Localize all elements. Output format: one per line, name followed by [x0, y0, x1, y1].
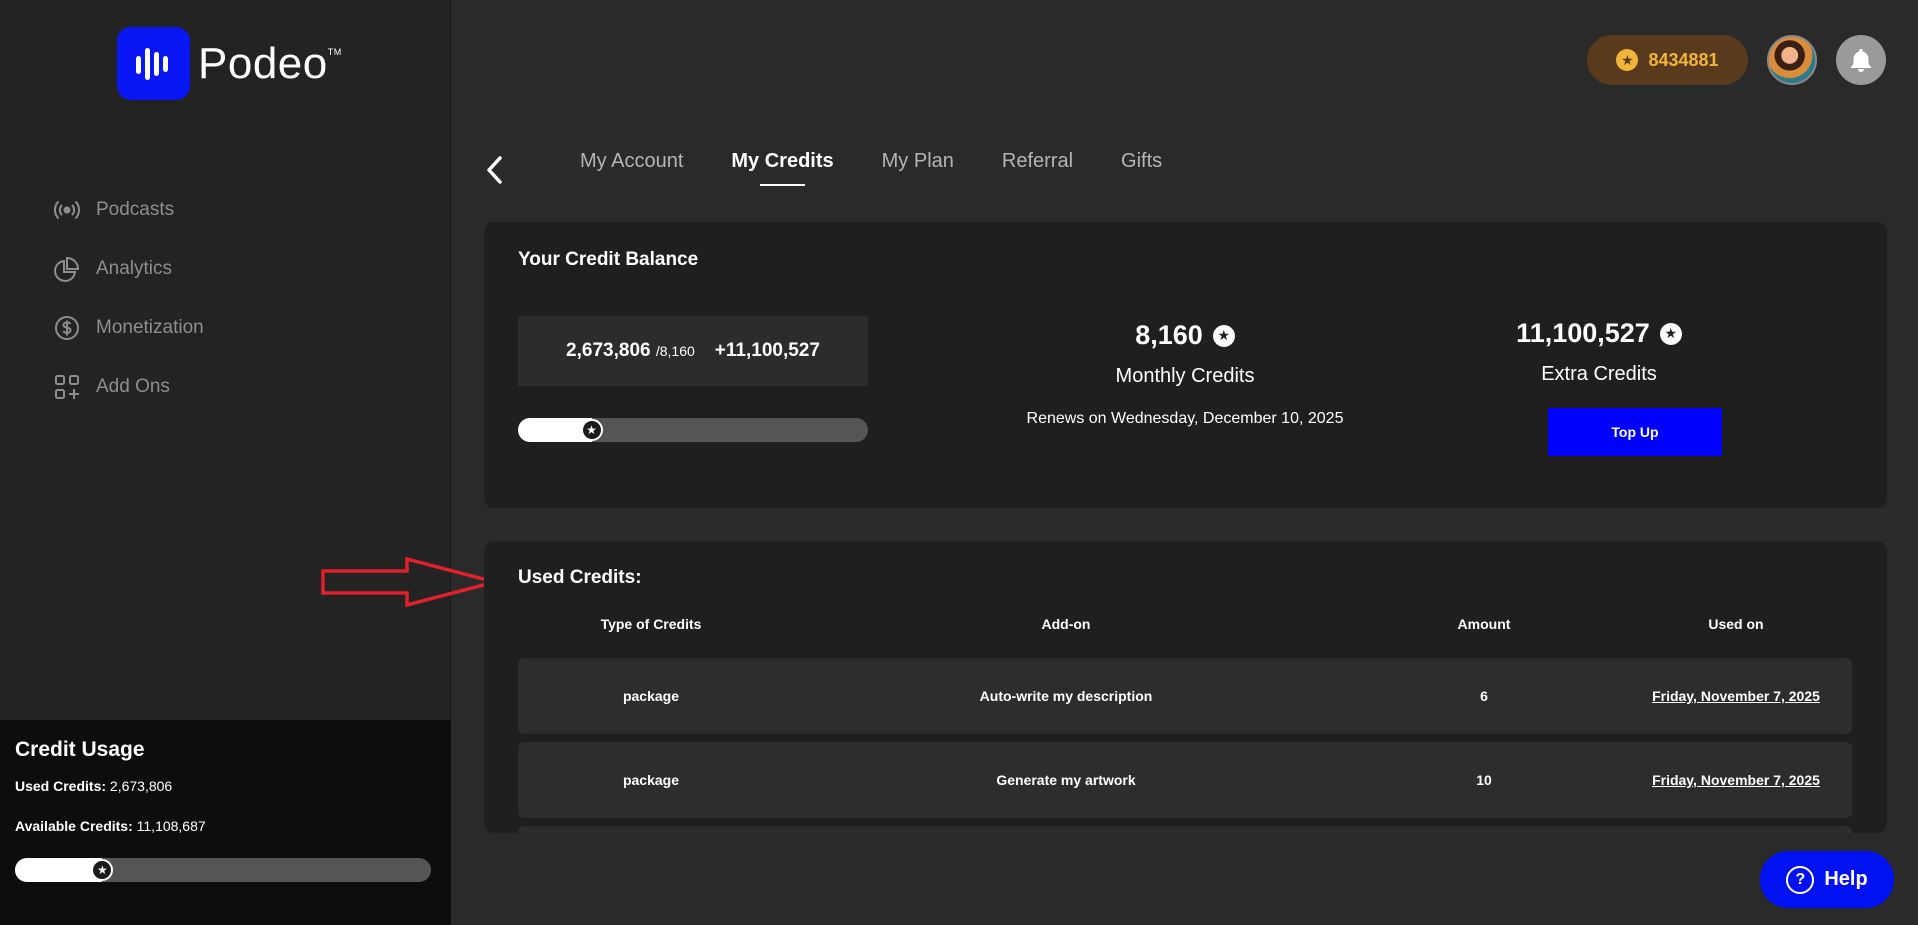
red-arrow-annotation — [321, 556, 499, 608]
balance-used-group: 2,673,806 /8,160 — [566, 340, 695, 362]
cell-addon: Generate my artwork — [996, 772, 1136, 788]
monthly-credits-value: 8,160 — [1135, 320, 1203, 350]
cell-type: package — [622, 772, 680, 788]
extra-credits-value: 11,100,527 — [1516, 318, 1650, 348]
column-header: Used on — [1708, 616, 1764, 632]
table-row-partial — [518, 826, 1852, 833]
help-label: Help — [1824, 868, 1868, 890]
column-header: Amount — [1457, 616, 1511, 632]
tab-referral[interactable]: Referral — [1002, 150, 1073, 183]
available-credits-label: Available Credits: — [15, 818, 133, 834]
sidebar-item-podcasts[interactable]: Podcasts — [53, 180, 204, 239]
help-button[interactable]: ? Help — [1760, 851, 1894, 908]
extra-credits-stat: 11,100,527 ★ Extra Credits — [1514, 318, 1684, 386]
podeo-logo[interactable]: PodeoTM — [117, 27, 342, 100]
extra-credits-number: 11,100,527 ★ — [1514, 318, 1684, 349]
coin-star-icon: ★ — [1616, 49, 1639, 71]
brand-name: PodeoTM — [198, 38, 342, 88]
table-row: package Generate my artwork 10 Friday, N… — [518, 742, 1852, 818]
cell-type: package — [622, 688, 680, 704]
monthly-credits-label: Monthly Credits — [1115, 365, 1255, 387]
available-credits-row: Available Credits: 11,108,687 — [15, 818, 436, 834]
coin-balance-badge[interactable]: ★ 8434881 — [1587, 35, 1748, 85]
analytics-icon — [54, 256, 80, 282]
tab-my-plan[interactable]: My Plan — [882, 150, 954, 183]
extra-credits-label: Extra Credits — [1541, 363, 1657, 385]
column-header: Type of Credits — [600, 616, 702, 632]
credit-usage-progress-bar: ★ — [15, 858, 431, 882]
back-chevron-icon[interactable] — [482, 154, 506, 186]
renewal-date: Renews on Wednesday, December 10, 2025 — [1026, 410, 1344, 427]
star-icon: ★ — [580, 419, 603, 441]
cell-used-on-link[interactable]: Friday, November 7, 2025 — [1620, 772, 1852, 788]
tab-gifts[interactable]: Gifts — [1121, 150, 1162, 183]
question-icon: ? — [1786, 865, 1815, 894]
table-row: package Auto-write my description 6 Frid… — [518, 658, 1852, 734]
balance-monthly-total: /8,160 — [655, 343, 695, 359]
credit-balance-card: Your Credit Balance 2,673,806 /8,160 +11… — [484, 222, 1887, 508]
dollar-icon — [55, 315, 79, 340]
sidebar-item-label: Podcasts — [96, 198, 175, 220]
sidebar-nav: Podcasts Analytics Monetization Add Ons — [53, 180, 204, 416]
column-header: Add-on — [1041, 616, 1091, 632]
cell-amount: 10 — [1476, 772, 1492, 788]
progress-fill — [15, 858, 103, 882]
sidebar-item-label: Analytics — [96, 257, 173, 279]
notification-bell-icon[interactable] — [1836, 35, 1886, 85]
used-credits-card: Used Credits: Type of Credits Add-on Amo… — [484, 541, 1887, 833]
coin-balance-value: 8434881 — [1648, 49, 1719, 70]
monthly-credits-stat: 8,160 ★ Monthly Credits Renews on Wednesd… — [970, 320, 1400, 428]
used-credits-title: Used Credits: — [518, 567, 642, 588]
tab-my-credits[interactable]: My Credits — [731, 150, 834, 186]
cell-amount: 6 — [1480, 688, 1488, 704]
avatar[interactable] — [1767, 35, 1817, 85]
sidebar-item-monetization[interactable]: Monetization — [53, 298, 204, 357]
account-tabs: My Account My Credits My Plan Referral G… — [580, 150, 1162, 186]
monthly-credits-number: 8,160 ★ — [970, 320, 1400, 351]
credit-usage-title: Credit Usage — [15, 738, 145, 761]
cell-addon: Auto-write my description — [979, 688, 1153, 704]
balance-summary-box: 2,673,806 /8,160 +11,100,527 — [518, 316, 868, 386]
cell-used-on-link[interactable]: Friday, November 7, 2025 — [1620, 688, 1852, 704]
sidebar: PodeoTM Podcasts Analytics Monetization … — [0, 0, 451, 925]
star-icon: ★ — [91, 859, 114, 881]
top-up-button[interactable]: Top Up — [1548, 408, 1722, 456]
podcast-icon — [54, 200, 80, 219]
balance-extra-added: +11,100,527 — [714, 340, 820, 361]
available-credits-value: 11,108,687 — [136, 818, 206, 834]
sidebar-item-label: Monetization — [96, 316, 204, 338]
star-icon: ★ — [1212, 324, 1235, 347]
used-credits-value: 2,673,806 — [109, 778, 173, 794]
tab-my-account[interactable]: My Account — [580, 150, 683, 183]
star-icon: ★ — [1659, 322, 1682, 345]
balance-progress-bar: ★ — [518, 418, 868, 442]
used-credits-table-header: Type of Credits Add-on Amount Used on — [518, 616, 1852, 632]
add-ons-icon — [55, 374, 79, 399]
used-credits-row: Used Credits: 2,673,806 — [15, 778, 436, 794]
credit-usage-panel: Credit Usage Used Credits: 2,673,806 Ava… — [0, 720, 451, 925]
sidebar-item-add-ons[interactable]: Add Ons — [53, 357, 204, 416]
balance-used-value: 2,673,806 — [566, 340, 651, 361]
sidebar-item-analytics[interactable]: Analytics — [53, 239, 204, 298]
credit-balance-title: Your Credit Balance — [518, 249, 699, 270]
sidebar-item-label: Add Ons — [96, 375, 170, 397]
used-credits-label: Used Credits: — [15, 778, 107, 794]
logo-mark-icon — [117, 27, 190, 100]
